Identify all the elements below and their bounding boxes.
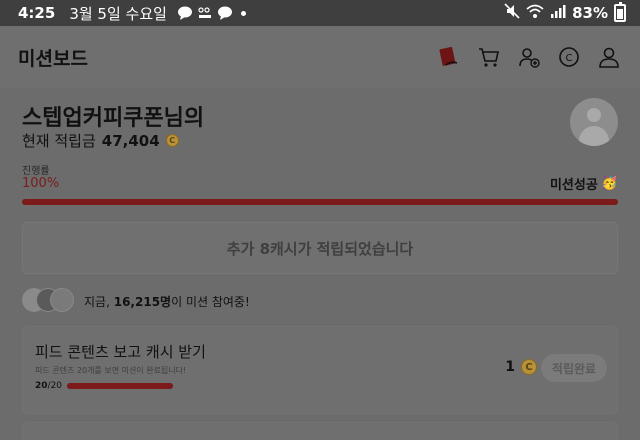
progress-caption: 진행률 [22, 166, 50, 177]
page-title: 미션보드 [18, 47, 88, 70]
avatar [50, 288, 74, 312]
mission-success-label: 미션성공 🥳 [550, 174, 618, 193]
wifi-icon [526, 3, 544, 23]
cart-icon[interactable] [476, 44, 502, 70]
mission-count-total: /20 [47, 381, 63, 391]
svg-text:C: C [566, 53, 573, 64]
coin-symbol: C [525, 361, 533, 373]
chat-bubble-icon [177, 6, 193, 20]
coin-icon: C [521, 359, 537, 375]
reward-banner: 추가 8캐시가 적립되었습니다 [22, 222, 618, 274]
battery-icon [614, 2, 626, 22]
status-bar: 4:25 3월 5일 수요일 83% [0, 0, 640, 26]
participants-text: 지금, 16,215명이 미션 참여중! [84, 293, 250, 310]
coin-symbol: C [169, 136, 176, 145]
app-header: 미션보드 C [0, 26, 640, 88]
mission-progress-bar [67, 383, 173, 389]
profile-icon[interactable] [596, 44, 622, 70]
mission-reward: 1 C [505, 359, 537, 375]
participants-prefix: 지금, [84, 294, 110, 309]
mission-card[interactable]: 피드 콘텐츠 보고 캐시 받기 피드 콘텐츠 20개를 보면 미션이 완료됩니다… [22, 326, 618, 414]
notification-dot-icon [240, 10, 246, 16]
mission-count: 20/20 [35, 381, 62, 391]
mute-icon [504, 3, 520, 23]
mission-progress-fill [67, 383, 173, 389]
user-add-icon[interactable] [516, 44, 542, 70]
signal-icon [550, 3, 566, 23]
coin-icon: C [165, 134, 179, 147]
progress-bar-fill [22, 199, 618, 205]
pay-icon [197, 6, 213, 20]
mission-card[interactable] [22, 422, 618, 440]
mission-count-done: 20 [35, 381, 48, 391]
mission-success-text: 미션성공 [549, 178, 598, 193]
points-label: 현재 적립금 [22, 132, 96, 150]
chat-bubble-icon [217, 6, 233, 20]
progress-bar [22, 199, 618, 205]
mission-board: 스텝업커피쿠폰님의 현재 적립금 47,404 C 진행률 100% 미션성공 … [0, 88, 640, 440]
progress-percent: 100% [22, 176, 60, 191]
user-name: 스텝업커피쿠폰님의 [22, 106, 205, 131]
participant-avatars [22, 288, 76, 314]
participants-suffix: 이 미션 참여중! [171, 294, 250, 309]
claim-complete-button[interactable]: 적립완료 [541, 354, 607, 382]
points-row: 현재 적립금 47,404 C [22, 130, 179, 151]
mission-title: 피드 콘텐츠 보고 캐시 받기 [35, 343, 206, 361]
notebook-icon[interactable] [436, 44, 462, 70]
participants-row: 지금, 16,215명이 미션 참여중! [22, 288, 250, 314]
participants-count: 16,215명 [113, 294, 172, 309]
avatar[interactable] [570, 98, 618, 146]
header-actions: C [436, 44, 622, 70]
mission-reward-amount: 1 [505, 359, 515, 375]
status-time: 4:25 [18, 4, 56, 22]
points-value: 47,404 [101, 131, 160, 150]
battery-percent: 83% [572, 4, 608, 22]
reward-banner-text: 추가 8캐시가 적립되었습니다 [226, 239, 414, 258]
coin-icon[interactable]: C [556, 44, 582, 70]
status-date: 3월 5일 수요일 [69, 4, 167, 23]
mission-description: 피드 콘텐츠 20개를 보면 미션이 완료됩니다! [35, 366, 187, 375]
party-face-icon: 🥳 [601, 176, 618, 191]
